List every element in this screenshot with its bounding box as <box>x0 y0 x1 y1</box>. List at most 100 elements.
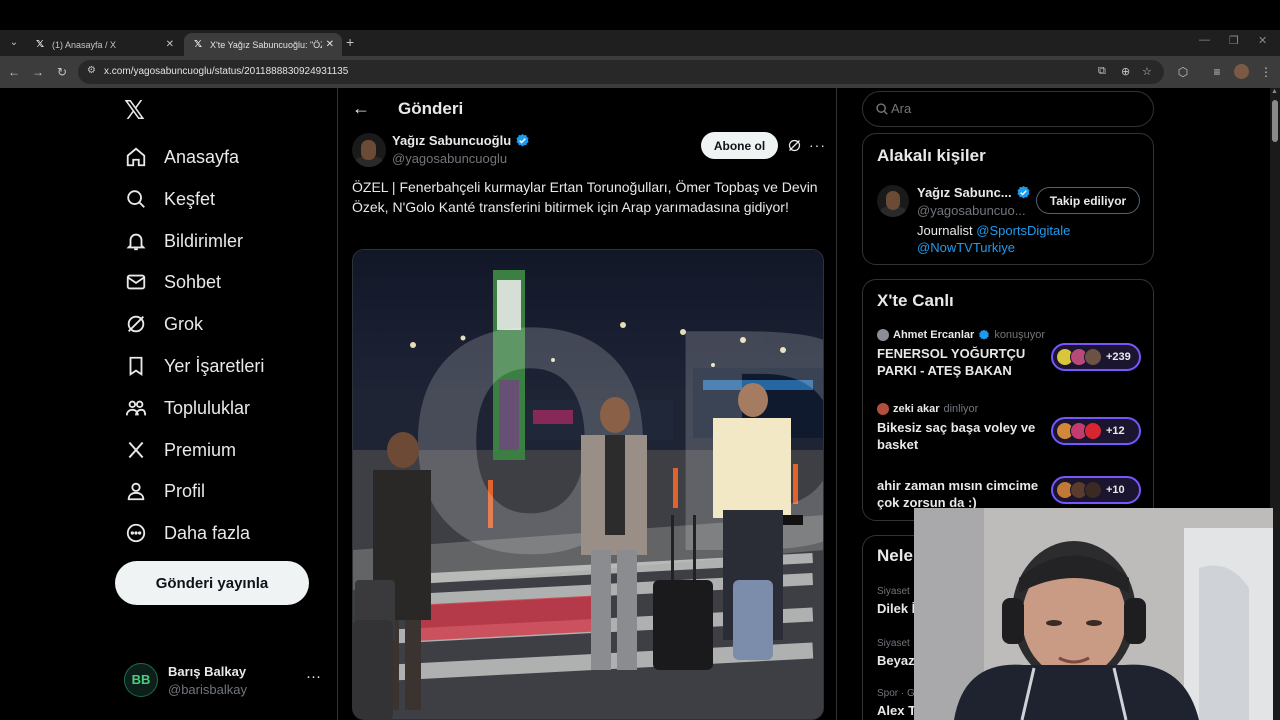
site-info-icon[interactable]: ⚙ <box>87 65 96 76</box>
search-input[interactable] <box>891 101 1131 116</box>
following-button[interactable]: Takip ediliyor <box>1036 187 1140 214</box>
address-bar: ← → ↻ ⚙ x.com/yagosabuncuoglu/status/201… <box>0 56 1280 88</box>
grok-icon <box>124 312 148 336</box>
author-name[interactable]: Yağız Sabuncuoğlu <box>392 133 511 148</box>
bio-text: Journalist <box>917 223 973 238</box>
verified-badge-icon <box>979 329 990 340</box>
sidebar-item-premium[interactable]: Premium <box>124 429 236 471</box>
bell-icon <box>124 229 148 253</box>
tab-title: X'te Yağız Sabuncuoğlu: "ÖZEL <box>210 39 322 50</box>
sidebar-item-more[interactable]: Daha fazla <box>124 512 250 554</box>
avatar: BB <box>124 663 158 697</box>
post-image[interactable]: OD <box>352 249 824 720</box>
back-icon[interactable]: ← <box>6 64 22 80</box>
url-text[interactable]: x.com/yagosabuncuoglu/status/20118888309… <box>104 66 348 77</box>
x-logo-icon[interactable]: 𝕏 <box>124 96 145 126</box>
news-item[interactable]: Siyaset Dilek İ <box>877 586 915 616</box>
window-top-bar <box>0 0 1280 30</box>
sidebar-item-profile[interactable]: Profil <box>124 470 205 512</box>
extensions-icon[interactable]: ⬡ <box>1175 64 1191 80</box>
related-name-row[interactable]: Yağız Sabunc... <box>917 185 1031 200</box>
reload-icon[interactable]: ↻ <box>54 64 70 80</box>
related-avatar[interactable] <box>877 185 909 217</box>
forward-icon[interactable]: → <box>30 64 46 80</box>
mail-icon <box>124 270 148 294</box>
tab-strip: ⌄ 𝕏 (1) Anasayfa / X ✕ 𝕏 X'te Yağız Sabu… <box>0 30 1280 56</box>
post-text: ÖZEL | Fenerbahçeli kurmaylar Ertan Toru… <box>352 179 818 215</box>
news-title: Beyaz <box>877 653 915 668</box>
media-icon[interactable]: ≡ <box>1209 64 1225 80</box>
related-handle: @yagosabuncuo... <box>917 203 1026 218</box>
author-handle[interactable]: @yagosabuncuoglu <box>392 151 507 166</box>
account-name: Barış Balkay <box>168 664 247 679</box>
account-switcher[interactable]: BB Barış Balkay @barisbalkay ··· <box>124 660 324 702</box>
tab-post[interactable]: 𝕏 X'te Yağız Sabuncuoğlu: "ÖZEL ✕ <box>184 33 342 56</box>
restore-icon[interactable]: ❐ <box>1229 34 1239 47</box>
menu-kebab-icon[interactable]: ⋮ <box>1258 64 1274 80</box>
sidebar-item-notifications[interactable]: Bildirimler <box>124 220 243 262</box>
live-host: Ahmet Ercanlar konuşuyor <box>877 329 1143 341</box>
live-host: zeki akar dinliyor <box>877 403 1143 415</box>
close-tab-icon[interactable]: ✕ <box>326 39 334 50</box>
sidebar-item-communities[interactable]: Topluluklar <box>124 387 250 429</box>
search-box[interactable] <box>862 91 1154 127</box>
close-window-icon[interactable]: ✕ <box>1258 34 1267 47</box>
live-title: FENERSOL YOĞURTÇU PARKI - ATEŞ BAKAN <box>877 346 1026 378</box>
zoom-icon[interactable]: ⊕ <box>1121 65 1130 78</box>
more-horizontal-icon[interactable]: ··· <box>809 137 826 153</box>
x-premium-icon <box>124 438 148 462</box>
tab-anasayfa[interactable]: 𝕏 (1) Anasayfa / X ✕ <box>26 33 182 56</box>
more-horizontal-icon[interactable]: ··· <box>306 668 321 685</box>
live-title: ahir zaman mısın cimcime çok zorsun da :… <box>877 478 1039 510</box>
host-status: dinliyor <box>943 403 979 415</box>
news-item[interactable]: Spor · G Alex T <box>877 688 916 718</box>
news-item[interactable]: Siyaset Beyaz <box>877 638 915 668</box>
live-title: Bikesiz saç başa voley ve basket <box>877 420 1036 452</box>
scroll-up-arrow-icon[interactable]: ▲ <box>1271 88 1278 95</box>
sidebar-item-label: Keşfet <box>164 188 216 209</box>
sidebar-item-label: Topluluklar <box>164 397 251 418</box>
page-scrollbar-thumb[interactable] <box>1272 100 1278 142</box>
listeners-pill[interactable]: +10 <box>1051 476 1141 504</box>
search-icon <box>876 103 888 115</box>
related-bio: Journalist @SportsDigitale @NowTVTurkiye <box>917 222 1117 256</box>
profile-avatar[interactable] <box>1234 64 1249 79</box>
back-arrow-icon[interactable]: ← <box>352 98 370 119</box>
live-space-item[interactable]: Ahmet Ercanlar konuşuyor FENERSOL YOĞURT… <box>877 329 1143 378</box>
host-name: zeki akar <box>893 403 940 415</box>
post-button[interactable]: Gönderi yayınla <box>115 561 309 605</box>
sidebar-item-grok[interactable]: Grok <box>124 303 203 345</box>
card-title: Alakalı kişiler <box>877 146 986 165</box>
close-tab-icon[interactable]: ✕ <box>166 39 174 50</box>
new-tab-button[interactable]: + <box>346 34 354 50</box>
x-favicon-icon: 𝕏 <box>193 38 203 50</box>
minimize-icon[interactable]: — <box>1199 34 1210 46</box>
sidebar-item-home[interactable]: Anasayfa <box>124 136 239 178</box>
listeners-pill[interactable]: +239 <box>1051 343 1141 371</box>
author-name-row[interactable]: Yağız Sabuncuoğlu <box>392 133 530 148</box>
search-icon <box>124 187 148 211</box>
sidebar-item-label: Profil <box>164 480 206 501</box>
star-icon[interactable]: ☆ <box>1142 65 1152 78</box>
sidebar-item-explore[interactable]: Keşfet <box>124 178 215 220</box>
listeners-pill[interactable]: +12 <box>1051 417 1141 445</box>
install-app-icon[interactable]: ⧉ <box>1098 65 1106 78</box>
post-detail-column: ← Gönderi Yağız Sabuncuoğlu @yagosabuncu… <box>337 88 837 720</box>
host-name: Ahmet Ercanlar <box>893 329 975 341</box>
webcam-overlay <box>914 508 1273 720</box>
subscribe-button[interactable]: Abone ol <box>701 132 778 159</box>
sidebar-item-bookmarks[interactable]: Yer İşaretleri <box>124 345 264 387</box>
author-avatar[interactable] <box>352 133 386 167</box>
sidebar-item-label: Grok <box>164 313 204 334</box>
grok-icon[interactable] <box>787 138 802 153</box>
tab-search-icon[interactable]: ⌄ <box>6 35 22 51</box>
mention-link[interactable]: @NowTVTurkiye <box>917 240 1015 255</box>
sidebar-item-chat[interactable]: Sohbet <box>124 261 221 303</box>
webcam-feed-image <box>914 508 1273 720</box>
omnibox[interactable]: ⚙ x.com/yagosabuncuoglu/status/201188883… <box>78 60 1164 84</box>
mention-link[interactable]: @SportsDigitale <box>976 223 1070 238</box>
live-space-item[interactable]: zeki akar dinliyor Bikesiz saç başa vole… <box>877 403 1143 452</box>
related-name[interactable]: Yağız Sabunc... <box>917 185 1012 200</box>
related-people-card: Alakalı kişiler Yağız Sabunc... @yagosab… <box>862 133 1154 265</box>
bookmark-icon <box>124 354 148 378</box>
